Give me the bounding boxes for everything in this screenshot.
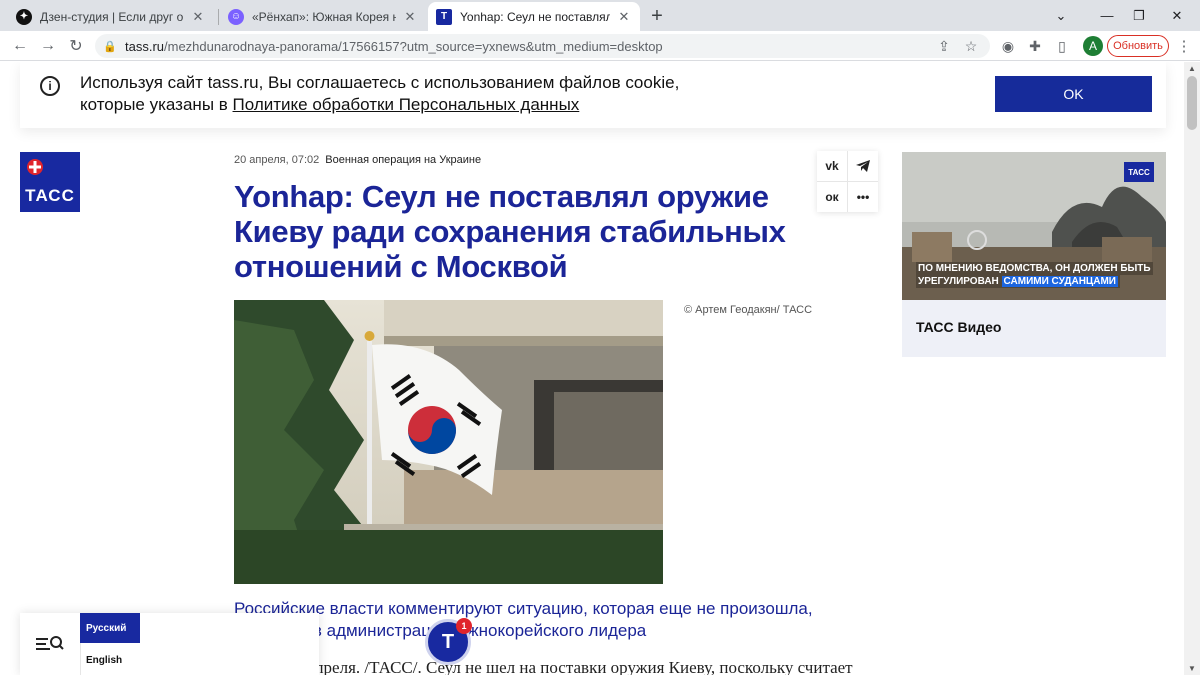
reload-icon[interactable]: ↻ — [64, 34, 88, 58]
tass-t-icon: T — [441, 630, 455, 653]
notification-count-badge: 1 — [456, 618, 472, 634]
browser-toolbar: ← → ↻ 🔒 tass.ru/mezhdunarodnaya-panorama… — [0, 31, 1200, 61]
new-tab-button[interactable]: + — [646, 5, 668, 27]
tab-renhap[interactable]: ☺ «Рёнхап»: Южная Корея не пос ✕ — [220, 2, 426, 31]
odnoklassniki-icon[interactable]: ок — [817, 182, 847, 212]
tass-logo[interactable]: ТАСС — [20, 152, 80, 212]
tass-t-icon: T — [436, 8, 452, 25]
scroll-up-icon[interactable]: ▲ — [1188, 64, 1196, 73]
more-icon[interactable]: ••• — [848, 182, 878, 212]
cookie-ok-button[interactable]: OK — [995, 76, 1152, 112]
article-category-link[interactable]: Военная операция на Украине — [325, 154, 481, 166]
share-panel: vk ок ••• — [817, 151, 878, 212]
article-meta: 20 апреля, 07:02 Военная операция на Укра… — [234, 154, 481, 166]
info-icon: i — [40, 76, 60, 96]
tass-video-card[interactable]: ТАСС ПО МНЕНИЮ ВЕДОМСТВА, ОН ДОЛЖЕН БЫТЬ… — [902, 152, 1166, 357]
menu-search-icon[interactable] — [36, 633, 64, 655]
share-page-icon[interactable]: ⇪ — [934, 36, 954, 56]
tab-dzen[interactable]: ✦ Дзен-студия | Если друг оказало ✕ — [8, 2, 214, 31]
scrollbar-thumb[interactable] — [1187, 76, 1197, 130]
back-icon[interactable]: ← — [8, 34, 32, 58]
video-caption-line1: ПО МНЕНИЮ ВЕДОМСТВА, ОН ДОЛЖЕН БЫТЬ — [916, 262, 1153, 275]
article-body: СЕУЛ, 20 апреля. /ТАСС/. Сеул не шел на … — [234, 658, 853, 675]
privacy-policy-link[interactable]: Политике обработки Персональных данных — [233, 95, 580, 114]
extension-shield-icon[interactable]: ◉ — [998, 36, 1018, 56]
tass-notification-button[interactable]: T 1 — [425, 618, 472, 665]
close-icon[interactable]: ✕ — [190, 9, 206, 25]
lock-icon[interactable]: 🔒 — [103, 40, 117, 53]
close-icon[interactable]: ✕ — [402, 9, 418, 25]
photo-credit: © Артем Геодакян/ ТАСС — [684, 304, 813, 316]
tab-strip: ✦ Дзен-студия | Если друг оказало ✕ ☺ «Р… — [0, 0, 1200, 31]
scroll-down-icon[interactable]: ▼ — [1188, 664, 1196, 673]
update-button[interactable]: Обновить — [1107, 35, 1169, 57]
profile-avatar[interactable]: A — [1083, 36, 1103, 56]
tass-star-icon — [27, 159, 43, 175]
side-panel-icon[interactable]: ▯ — [1052, 36, 1072, 56]
vk-icon[interactable]: vk — [817, 151, 847, 181]
bookmark-star-icon[interactable]: ☆ — [961, 36, 981, 56]
forward-icon[interactable]: → — [36, 34, 60, 58]
article-photo — [234, 300, 663, 584]
language-english[interactable]: English — [80, 645, 140, 675]
emoji-face-icon: ☺ — [228, 8, 244, 25]
tass-video-badge: ТАСС — [1124, 162, 1154, 182]
extensions-puzzle-icon[interactable]: ✚ — [1025, 36, 1045, 56]
tab-separator — [218, 9, 219, 25]
page-viewport: i Используя сайт tass.ru, Вы соглашаетес… — [0, 62, 1184, 675]
close-icon[interactable]: ✕ — [616, 9, 632, 25]
close-window-icon[interactable]: ✕ — [1154, 0, 1200, 31]
article-lead: Российские власти комментируют ситуацию,… — [234, 599, 813, 640]
video-caption-line2: УРЕГУЛИРОВАН САМИМИ СУДАНЦАМИ — [916, 275, 1120, 288]
article-date: 20 апреля, 07:02 — [234, 154, 320, 166]
cookie-banner: i Используя сайт tass.ru, Вы соглашаетес… — [20, 62, 1166, 128]
address-bar[interactable]: 🔒 tass.ru/mezhdunarodnaya-panorama/17566… — [95, 34, 990, 58]
browser-menu-icon[interactable]: ⋮ — [1176, 36, 1192, 56]
language-russian[interactable]: Русский — [80, 613, 140, 643]
zen-icon: ✦ — [16, 8, 32, 25]
cookie-message: Используя сайт tass.ru, Вы соглашаетесь … — [80, 73, 680, 114]
bottom-floating-menu: Русский English — [20, 613, 319, 675]
telegram-icon[interactable] — [848, 151, 878, 181]
tab-search-chevron-icon[interactable]: ⌄ — [1038, 0, 1084, 31]
article-headline: Yonhap: Сеул не поставлял оружие Киеву р… — [234, 179, 786, 284]
page-scrollbar[interactable]: ▲ ▼ — [1184, 62, 1200, 675]
tab-yonhap[interactable]: T Yonhap: Сеул не поставлял оруж ✕ — [428, 2, 640, 31]
video-section-label[interactable]: ТАСС Видео — [916, 319, 1001, 335]
